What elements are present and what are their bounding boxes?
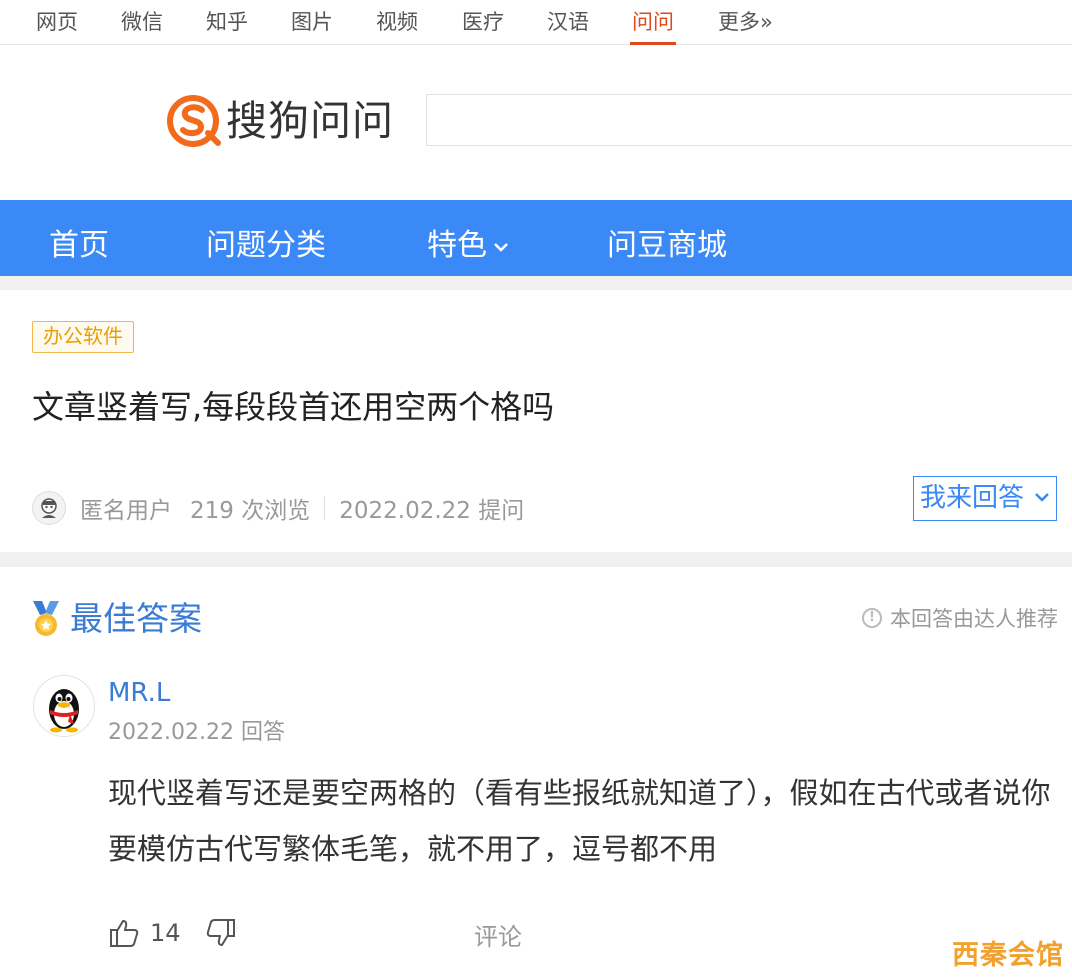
channel-wenwen-label: 问问 bbox=[632, 10, 674, 34]
chevron-down-icon bbox=[494, 242, 508, 252]
channel-web[interactable]: 网页 bbox=[36, 7, 78, 37]
anonymous-user-icon bbox=[41, 498, 57, 518]
channel-hanyu[interactable]: 汉语 bbox=[547, 7, 589, 37]
recommend-note: ! 本回答由达人推荐 bbox=[862, 603, 1058, 633]
nav-shop[interactable]: 问豆商城 bbox=[607, 224, 727, 268]
asker-name: 匿名用户 bbox=[80, 498, 172, 524]
recommend-text: 本回答由达人推荐 bbox=[890, 607, 1058, 631]
best-answer-title: 最佳答案 bbox=[70, 599, 202, 638]
sogou-wenwen-logo[interactable]: 搜狗问问 bbox=[166, 93, 394, 149]
comment-link[interactable]: 评论 bbox=[474, 917, 522, 952]
meta-divider bbox=[324, 496, 326, 520]
channel-weixin[interactable]: 微信 bbox=[121, 7, 163, 37]
question-meta: 匿名用户 219 次浏览 2022.02.22 提问 bbox=[32, 490, 524, 526]
channel-images[interactable]: 图片 bbox=[291, 7, 333, 37]
medal-icon bbox=[33, 601, 59, 636]
answerer-name[interactable]: MR.L bbox=[108, 675, 170, 711]
thumbs-up-icon[interactable] bbox=[108, 917, 140, 949]
like-count: 14 bbox=[150, 919, 181, 947]
answer-text: 现代竖着写还是要空两格的（看有些报纸就知道了），假如在古代或者说你要模仿古代写繁… bbox=[108, 776, 1051, 866]
sogou-logo-icon bbox=[167, 95, 221, 147]
site-header: 搜狗问问 bbox=[0, 45, 1072, 200]
question-card: 办公软件 文章竖着写,每段段首还用空两个格吗 匿名用户 219 次浏览 2022… bbox=[0, 290, 1072, 552]
nav-featured-label: 特色 bbox=[427, 228, 487, 263]
channel-wenwen[interactable]: 问问 bbox=[630, 7, 676, 45]
nav-featured[interactable]: 特色 bbox=[427, 224, 509, 268]
channel-zhihu[interactable]: 知乎 bbox=[206, 7, 248, 37]
answerer-avatar[interactable] bbox=[33, 675, 95, 737]
info-icon: ! bbox=[862, 608, 882, 628]
question-title: 文章竖着写,每段段首还用空两个格吗 bbox=[32, 388, 555, 426]
answer-actions: 14 bbox=[108, 913, 237, 953]
search-box[interactable] bbox=[426, 94, 1072, 146]
nav-categories[interactable]: 问题分类 bbox=[206, 224, 326, 268]
watermark: 西秦会馆 bbox=[952, 940, 1064, 971]
view-count: 219 次浏览 bbox=[190, 498, 311, 524]
qq-penguin-icon bbox=[49, 689, 79, 733]
thumbs-down-icon[interactable] bbox=[205, 917, 237, 949]
chevron-down-icon bbox=[1035, 493, 1049, 502]
anonymous-avatar bbox=[32, 491, 66, 525]
answer-button[interactable]: 我来回答 bbox=[913, 476, 1057, 521]
channel-video[interactable]: 视频 bbox=[376, 7, 418, 37]
search-input[interactable] bbox=[427, 95, 1072, 145]
answer-date: 2022.02.22 回答 bbox=[108, 720, 285, 745]
answer-button-label: 我来回答 bbox=[920, 483, 1025, 513]
best-answer-header: 最佳答案 bbox=[30, 595, 202, 643]
channel-more[interactable]: 更多» bbox=[718, 7, 773, 37]
question-date: 2022.02.22 提问 bbox=[339, 498, 525, 524]
nav-home[interactable]: 首页 bbox=[49, 224, 109, 268]
channel-medical[interactable]: 医疗 bbox=[462, 7, 504, 37]
channel-nav: 网页 微信 知乎 图片 视频 医疗 汉语 问问 更多» bbox=[0, 0, 1072, 45]
main-nav: 首页 问题分类 特色 问豆商城 bbox=[0, 200, 1072, 276]
category-tag[interactable]: 办公软件 bbox=[32, 321, 134, 353]
best-answer-card: 最佳答案 ! 本回答由达人推荐 MR.L 2022.02.22 回答 现代竖着写… bbox=[0, 567, 1072, 980]
logo-text: 搜狗问问 bbox=[226, 97, 394, 145]
